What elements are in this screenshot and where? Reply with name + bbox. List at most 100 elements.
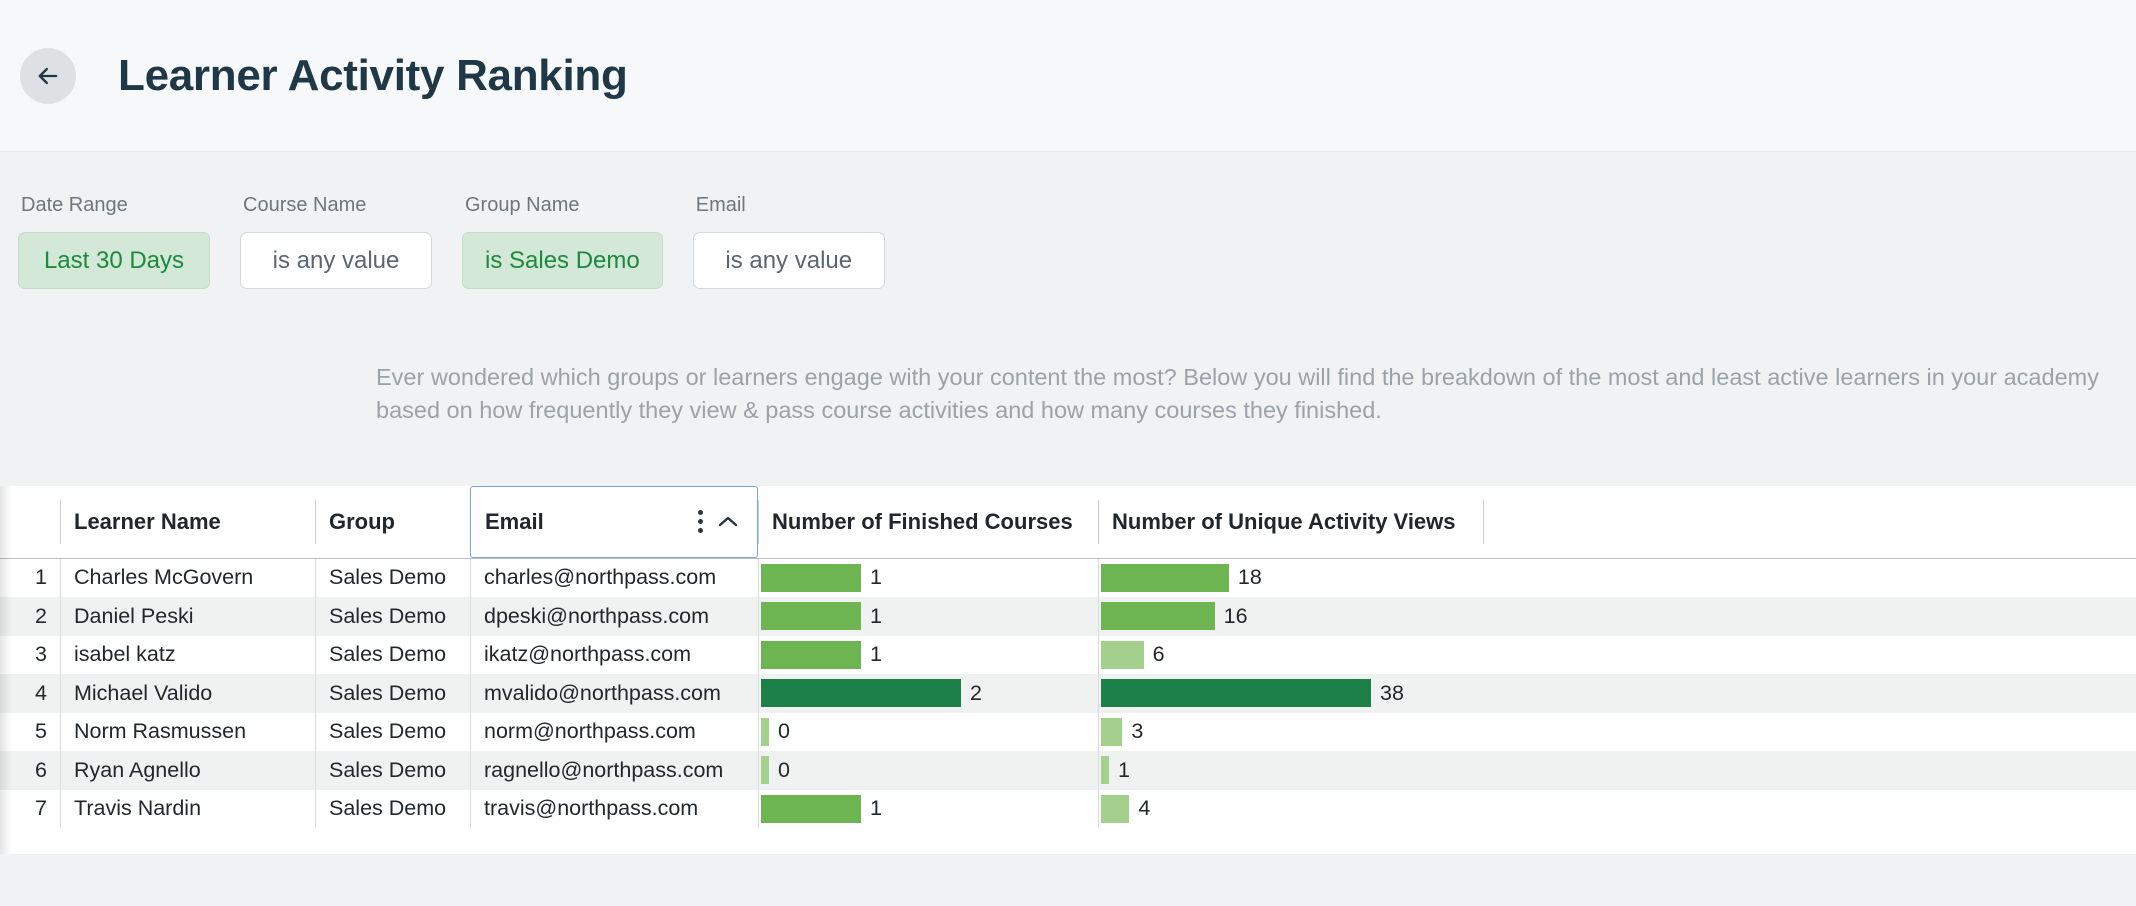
finished-courses-value: 1	[870, 604, 882, 629]
cell-finished-courses: 2	[758, 674, 1098, 713]
cell-group: Sales Demo	[315, 674, 470, 713]
cell-finished-courses: 0	[758, 751, 1098, 790]
filter-chip-date-range[interactable]: Last 30 Days	[18, 232, 210, 289]
cell-row-number: 4	[0, 674, 60, 713]
unique-activity-views-value: 16	[1224, 604, 1248, 629]
cell-learner-name: Michael Valido	[60, 674, 315, 713]
cell-email: charles@northpass.com	[470, 558, 758, 597]
cell-row-number: 2	[0, 597, 60, 636]
cell-email: ikatz@northpass.com	[470, 636, 758, 675]
column-header-email-label: Email	[485, 509, 688, 535]
filter-date-range: Date Range Last 30 Days	[18, 194, 210, 289]
table-row[interactable]: 7Travis NardinSales Demotravis@northpass…	[0, 790, 2136, 829]
filter-label-date-range: Date Range	[18, 194, 210, 217]
filter-group-name: Group Name is Sales Demo	[462, 194, 663, 289]
cell-unique-activity-views: 4	[1098, 790, 1483, 829]
cell-row-number: 3	[0, 636, 60, 675]
table-row[interactable]: 3isabel katzSales Demoikatz@northpass.co…	[0, 636, 2136, 675]
cell-empty	[1483, 597, 2136, 636]
cell-group: Sales Demo	[315, 558, 470, 597]
table-row[interactable]: 1Charles McGovernSales Democharles@north…	[0, 558, 2136, 597]
learner-activity-table: Learner Name Group Email	[0, 486, 2136, 829]
filter-label-group-name: Group Name	[462, 194, 663, 217]
unique-activity-views-bar	[1101, 718, 1122, 746]
cell-learner-name: Norm Rasmussen	[60, 713, 315, 752]
back-button[interactable]	[20, 48, 76, 104]
unique-activity-views-value: 1	[1118, 758, 1130, 783]
cell-empty	[1483, 713, 2136, 752]
cell-learner-name: Travis Nardin	[60, 790, 315, 829]
finished-courses-bar	[761, 756, 769, 784]
unique-activity-views-bar	[1101, 564, 1229, 592]
cell-email: dpeski@northpass.com	[470, 597, 758, 636]
column-header-unique-activity-views-label: Number of Unique Activity Views	[1112, 509, 1456, 534]
filter-chip-email[interactable]: is any value	[693, 232, 885, 289]
column-header-email[interactable]: Email	[470, 486, 758, 559]
cell-finished-courses: 1	[758, 558, 1098, 597]
column-header-finished-courses[interactable]: Number of Finished Courses	[758, 486, 1098, 559]
column-header-row-number	[0, 486, 60, 559]
cell-empty	[1483, 636, 2136, 675]
unique-activity-views-bar	[1101, 641, 1144, 669]
finished-courses-value: 1	[870, 796, 882, 821]
cell-group: Sales Demo	[315, 790, 470, 829]
cell-row-number: 7	[0, 790, 60, 829]
cell-unique-activity-views: 3	[1098, 713, 1483, 752]
column-header-learner-name-label: Learner Name	[74, 509, 221, 534]
cell-email: travis@northpass.com	[470, 790, 758, 829]
column-header-empty	[1483, 486, 2136, 559]
cell-unique-activity-views: 16	[1098, 597, 1483, 636]
filter-chip-course-name[interactable]: is any value	[240, 232, 432, 289]
cell-unique-activity-views: 1	[1098, 751, 1483, 790]
finished-courses-bar	[761, 795, 861, 823]
unique-activity-views-value: 4	[1138, 796, 1150, 821]
column-header-learner-name[interactable]: Learner Name	[60, 486, 315, 559]
cell-email: mvalido@northpass.com	[470, 674, 758, 713]
cell-group: Sales Demo	[315, 751, 470, 790]
table-body: 1Charles McGovernSales Democharles@north…	[0, 558, 2136, 828]
column-header-group-label: Group	[329, 509, 395, 534]
table-row[interactable]: 2Daniel PeskiSales Demodpeski@northpass.…	[0, 597, 2136, 636]
table-row[interactable]: 4Michael ValidoSales Demomvalido@northpa…	[0, 674, 2136, 713]
unique-activity-views-value: 38	[1380, 681, 1404, 706]
finished-courses-bar	[761, 641, 861, 669]
cell-email: norm@northpass.com	[470, 713, 758, 752]
cell-learner-name: Charles McGovern	[60, 558, 315, 597]
cell-finished-courses: 1	[758, 636, 1098, 675]
table-row[interactable]: 6Ryan AgnelloSales Demoragnello@northpas…	[0, 751, 2136, 790]
cell-learner-name: Ryan Agnello	[60, 751, 315, 790]
cell-unique-activity-views: 18	[1098, 558, 1483, 597]
column-header-unique-activity-views[interactable]: Number of Unique Activity Views	[1098, 486, 1483, 559]
chevron-up-icon[interactable]	[713, 511, 747, 533]
cell-finished-courses: 0	[758, 713, 1098, 752]
filter-label-course-name: Course Name	[240, 194, 432, 217]
finished-courses-value: 0	[778, 719, 790, 744]
finished-courses-value: 1	[870, 565, 882, 590]
finished-courses-bar	[761, 602, 861, 630]
finished-courses-bar	[761, 564, 861, 592]
finished-courses-bar	[761, 718, 769, 746]
unique-activity-views-bar	[1101, 795, 1129, 823]
cell-row-number: 5	[0, 713, 60, 752]
cell-learner-name: isabel katz	[60, 636, 315, 675]
table-row[interactable]: 5Norm RasmussenSales Demonorm@northpass.…	[0, 713, 2136, 752]
kebab-vertical-icon[interactable]	[688, 504, 713, 539]
cell-group: Sales Demo	[315, 713, 470, 752]
column-header-group[interactable]: Group	[315, 486, 470, 559]
filter-course-name: Course Name is any value	[240, 194, 432, 289]
cell-finished-courses: 1	[758, 790, 1098, 829]
arrow-left-icon	[34, 62, 62, 90]
unique-activity-views-value: 3	[1131, 719, 1143, 744]
table-header-row: Learner Name Group Email	[0, 486, 2136, 559]
filter-bar: Date Range Last 30 Days Course Name is a…	[0, 152, 2136, 289]
cell-unique-activity-views: 38	[1098, 674, 1483, 713]
column-header-finished-courses-label: Number of Finished Courses	[772, 509, 1073, 534]
unique-activity-views-value: 18	[1238, 565, 1262, 590]
cell-row-number: 1	[0, 558, 60, 597]
finished-courses-value: 2	[970, 681, 982, 706]
filter-chip-group-name[interactable]: is Sales Demo	[462, 232, 663, 289]
filter-email: Email is any value	[693, 194, 885, 289]
table-header: Learner Name Group Email	[0, 486, 2136, 559]
cell-row-number: 6	[0, 751, 60, 790]
cell-group: Sales Demo	[315, 636, 470, 675]
